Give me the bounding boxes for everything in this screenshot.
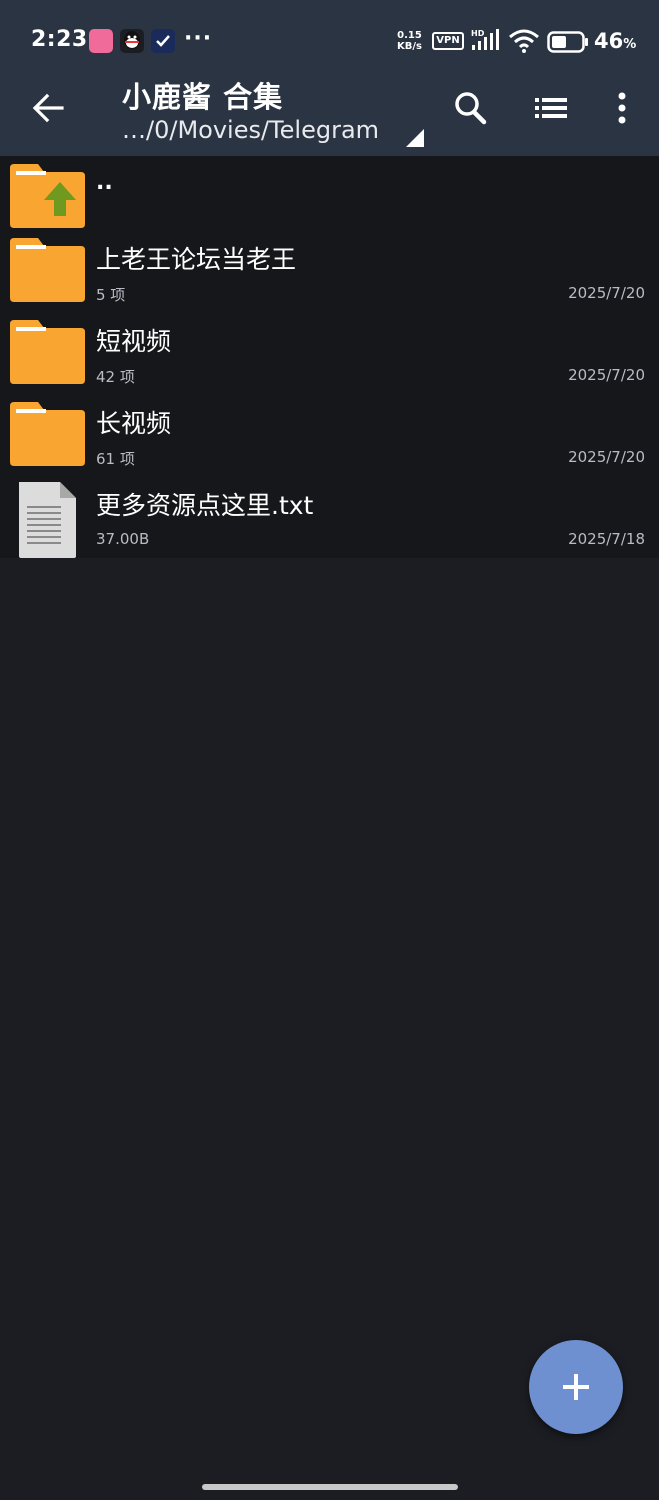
- parent-directory-label: ..: [96, 170, 113, 195]
- folder-up-icon: [10, 164, 85, 228]
- item-name: 上老王论坛当老王: [96, 245, 297, 274]
- path-selector[interactable]: …/0/Movies/Telegram: [122, 116, 379, 144]
- wifi-icon: [509, 29, 539, 53]
- item-name: 更多资源点这里.txt: [96, 491, 314, 520]
- folder-icon: [10, 320, 85, 384]
- vpn-icon: VPN: [432, 32, 464, 50]
- item-date: 2025/7/20: [568, 366, 645, 384]
- bilibili-app-icon: [89, 29, 113, 53]
- search-icon: [455, 92, 487, 125]
- view-list-button[interactable]: [529, 86, 573, 130]
- item-count: 5 项: [96, 286, 126, 304]
- list-view-icon: [535, 98, 567, 118]
- item-name: 短视频: [96, 327, 172, 356]
- add-button[interactable]: [529, 1340, 623, 1434]
- battery-percent: 46%: [594, 29, 637, 53]
- more-notifications-icon: ···: [184, 26, 213, 51]
- dropdown-triangle-icon: [406, 129, 424, 147]
- page-title: 小鹿酱 合集: [122, 80, 284, 114]
- app-bar: 2:23 ··· 0.15 KB/s VPN HD 46% 小鹿酱 合集 …/0…: [0, 0, 659, 156]
- battery-icon: [547, 31, 588, 53]
- network-speed: 0.15 KB/s: [397, 30, 422, 52]
- home-indicator[interactable]: [202, 1484, 458, 1490]
- item-date: 2025/7/20: [568, 448, 645, 466]
- text-file-icon: [19, 482, 76, 558]
- back-button[interactable]: [28, 88, 68, 128]
- more-options-button[interactable]: [600, 86, 644, 130]
- qq-app-icon: [120, 29, 144, 53]
- item-count: 42 项: [96, 368, 135, 386]
- status-bar: 2:23 ··· 0.15 KB/s VPN HD 46%: [0, 0, 659, 84]
- item-size: 37.00B: [96, 530, 150, 548]
- plus-icon: [563, 1374, 589, 1400]
- task-app-icon: [151, 29, 175, 53]
- item-date: 2025/7/20: [568, 284, 645, 302]
- list-item[interactable]: 上老王论坛当老王 5 项 2025/7/20: [0, 230, 659, 312]
- file-list: .. 上老王论坛当老王 5 项 2025/7/20 短视频 42 项 2025/…: [0, 156, 659, 558]
- item-name: 长视频: [96, 409, 172, 438]
- item-count: 61 项: [96, 450, 135, 468]
- list-item[interactable]: 短视频 42 项 2025/7/20: [0, 312, 659, 394]
- svg-text:HD: HD: [471, 29, 485, 38]
- more-vert-icon: [618, 92, 626, 124]
- arrow-left-icon: [32, 93, 64, 123]
- folder-icon: [10, 402, 85, 466]
- item-date: 2025/7/18: [568, 530, 645, 548]
- list-item[interactable]: 更多资源点这里.txt 37.00B 2025/7/18: [0, 476, 659, 558]
- search-button[interactable]: [448, 86, 492, 130]
- signal-icon: HD: [471, 29, 499, 50]
- status-time: 2:23: [31, 27, 88, 52]
- list-item[interactable]: 长视频 61 项 2025/7/20: [0, 394, 659, 476]
- parent-directory-row[interactable]: ..: [0, 156, 659, 230]
- folder-icon: [10, 238, 85, 302]
